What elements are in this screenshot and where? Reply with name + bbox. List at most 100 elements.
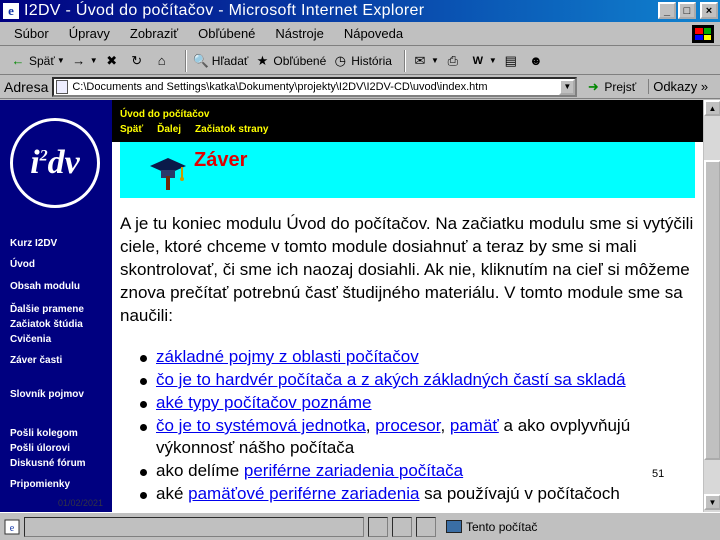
- header-link-next[interactable]: Ďalej: [157, 124, 181, 135]
- favorites-button[interactable]: ★ Obľúbené: [254, 52, 327, 69]
- link-basic-terms[interactable]: základné pojmy z oblasti počítačov: [156, 347, 419, 366]
- toolbar-separator: [184, 49, 187, 72]
- link-hardware[interactable]: čo je to hardvér počítača a z akých zákl…: [156, 370, 626, 389]
- link-system-unit[interactable]: čo je to systémová jednotka: [156, 416, 366, 435]
- security-zone: Tento počítač: [446, 520, 537, 534]
- nav-link-studia[interactable]: Začiatok štúdia: [10, 319, 83, 330]
- edit-button[interactable]: W ▼: [470, 53, 497, 69]
- nav-link-pramene[interactable]: Ďalšie pramene: [10, 304, 84, 315]
- page-header: Úvod do počítačov Späť Ďalej Začiatok st…: [112, 100, 703, 142]
- link-memory[interactable]: pamäť: [450, 416, 499, 435]
- mail-icon: ✉: [414, 52, 426, 68]
- mail-button[interactable]: ✉ ▼: [412, 53, 439, 69]
- menu-view[interactable]: Zobraziť: [130, 26, 178, 41]
- link-processor[interactable]: procesor: [375, 416, 440, 435]
- ie-page-icon: e: [4, 519, 20, 534]
- print-icon: ⎙: [447, 52, 459, 68]
- menu-file[interactable]: Súbor: [14, 26, 49, 41]
- page-body: Úvod do počítačov Späť Ďalej Začiatok st…: [112, 100, 703, 512]
- menu-help[interactable]: Nápoveda: [344, 26, 403, 41]
- history-icon: ◷: [334, 52, 346, 68]
- go-button[interactable]: ➜ Prejsť: [585, 79, 636, 95]
- address-dropdown-icon[interactable]: ▼: [559, 78, 576, 95]
- refresh-button[interactable]: ↻: [129, 53, 148, 69]
- link-computer-types[interactable]: aké typy počítačov poznáme: [156, 393, 371, 412]
- nav-link-cvicenia[interactable]: Cvičenia: [10, 334, 51, 345]
- heading-band: Záver: [120, 142, 695, 198]
- messenger-icon: ☻: [528, 52, 543, 68]
- link-storage-peripherals[interactable]: pamäťové periférne zariadenia: [188, 484, 419, 503]
- menu-favorites[interactable]: Obľúbené: [198, 26, 255, 41]
- nav-link-pripomienky[interactable]: Pripomienky: [10, 479, 70, 490]
- page-heading: Záver: [194, 149, 248, 171]
- word-icon: W: [472, 54, 484, 67]
- stop-button[interactable]: ✖: [104, 53, 123, 69]
- go-arrow-icon: ➜: [587, 78, 599, 94]
- i2dv-logo: i2dv: [10, 118, 100, 208]
- nav-link-zaver[interactable]: Záver časti: [10, 355, 62, 366]
- left-navigation: i2dv Kurz I2DV Úvod Obsah modulu Ďalšie …: [0, 100, 112, 512]
- menu-tools[interactable]: Nástroje: [275, 26, 323, 41]
- ie-app-icon: e: [2, 2, 20, 20]
- list-item: aké typy počítačov poznáme: [138, 392, 698, 414]
- status-bar: e Tento počítač: [0, 512, 720, 540]
- title-bar: e I2DV - Úvod do počítačov - Microsoft I…: [0, 0, 720, 22]
- graduation-cap-icon: [150, 158, 186, 190]
- print-button[interactable]: ⎙: [445, 53, 464, 69]
- nav-link-slovnik[interactable]: Slovník pojmov: [10, 389, 84, 400]
- search-button[interactable]: 🔍 Hľadať: [193, 53, 249, 69]
- messenger-button[interactable]: ☻: [528, 53, 547, 69]
- nav-link-obsah[interactable]: Obsah modulu: [10, 281, 80, 292]
- refresh-icon: ↻: [131, 52, 143, 68]
- header-link-top[interactable]: Začiatok strany: [195, 124, 268, 135]
- close-button[interactable]: ×: [700, 2, 718, 19]
- browser-content: i2dv Kurz I2DV Úvod Obsah modulu Ďalšie …: [0, 100, 720, 512]
- address-url: C:\Documents and Settings\katka\Dokument…: [72, 80, 488, 93]
- forward-button[interactable]: → ▼: [71, 52, 97, 69]
- nav-link-uvod[interactable]: Úvod: [10, 259, 35, 270]
- favorites-icon: ★: [256, 52, 269, 68]
- minimize-button[interactable]: _: [658, 2, 676, 19]
- header-title: Úvod do počítačov: [120, 109, 210, 120]
- back-button[interactable]: ← Späť ▼: [10, 53, 65, 69]
- address-label: Adresa: [4, 78, 49, 95]
- discuss-button[interactable]: ▤: [503, 53, 522, 69]
- toolbar-separator: [403, 49, 406, 72]
- document-icon: ▤: [504, 52, 517, 68]
- forward-arrow-icon: →: [72, 52, 86, 68]
- date-text: 01/02/2021: [58, 498, 104, 508]
- address-bar: Adresa C:\Documents and Settings\katka\D…: [0, 75, 720, 99]
- page-number: 51: [652, 468, 665, 480]
- intro-paragraph: A je tu koniec modulu Úvod do počítačov.…: [120, 214, 694, 325]
- nav-link-forum[interactable]: Diskusné fórum: [10, 458, 86, 469]
- list-item: základné pojmy z oblasti počítačov: [138, 346, 698, 368]
- header-link-back[interactable]: Späť: [120, 124, 143, 135]
- scroll-up-icon[interactable]: ▲: [704, 100, 720, 116]
- stop-icon: ✖: [106, 52, 118, 68]
- status-segment: [416, 516, 436, 537]
- scroll-thumb[interactable]: [704, 160, 720, 460]
- nav-link-kurz[interactable]: Kurz I2DV: [10, 238, 57, 249]
- computer-icon: [446, 520, 462, 533]
- menu-edit[interactable]: Úpravy: [69, 26, 110, 41]
- home-button[interactable]: ⌂: [154, 53, 173, 69]
- status-segment: [368, 516, 388, 537]
- links-button[interactable]: Odkazy »: [648, 79, 708, 94]
- svg-text:e: e: [10, 523, 15, 534]
- list-item: aké pamäťové periférne zariadenia sa pou…: [138, 483, 698, 505]
- history-button[interactable]: ◷ História: [332, 53, 392, 69]
- learned-list: základné pojmy z oblasti počítačov čo je…: [138, 346, 698, 506]
- nav-link-kolegom[interactable]: Pošli kolegom: [10, 428, 78, 439]
- toolbar: ← Späť ▼ → ▼ ✖ ↻ ⌂ 🔍 Hľadať ★ Obľúbené ◷…: [0, 47, 720, 75]
- window-title: I2DV - Úvod do počítačov - Microsoft Int…: [24, 2, 425, 19]
- maximize-button[interactable]: □: [678, 2, 696, 19]
- menu-bar: Súbor Úpravy Zobraziť Obľúbené Nástroje …: [0, 22, 720, 46]
- link-peripherals[interactable]: periférne zariadenia počítača: [244, 461, 463, 480]
- page-icon: [56, 79, 69, 94]
- vertical-scrollbar[interactable]: ▲ ▼: [703, 100, 720, 512]
- scroll-down-icon[interactable]: ▼: [704, 494, 720, 510]
- home-icon: ⌂: [157, 52, 166, 68]
- nav-link-lektorovi[interactable]: Pošli úlorovi: [10, 443, 70, 454]
- status-text-segment: [24, 516, 364, 537]
- address-input[interactable]: C:\Documents and Settings\katka\Dokument…: [52, 76, 578, 97]
